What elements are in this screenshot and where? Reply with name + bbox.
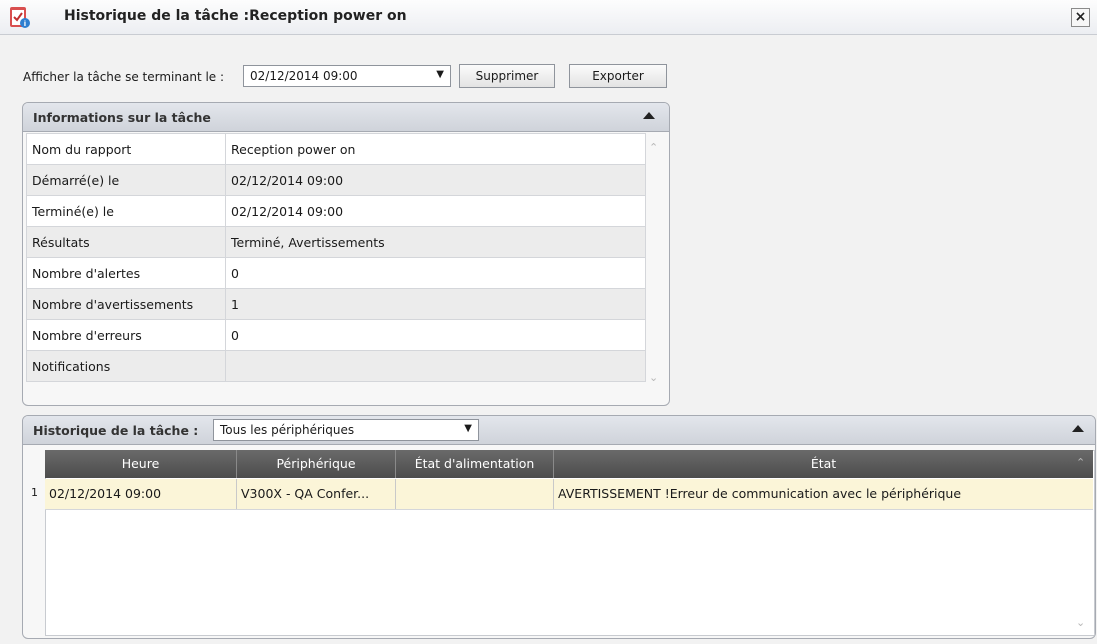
info-key: Nombre d'alertes	[26, 257, 226, 289]
info-key: Résultats	[26, 226, 226, 258]
task-info-title: Informations sur la tâche	[33, 110, 211, 125]
collapse-icon[interactable]	[1072, 425, 1084, 432]
column-header-alimentation[interactable]: État d'alimentation	[396, 450, 554, 478]
task-report-icon: i	[10, 7, 30, 28]
task-info-table: Nom du rapport Reception power on Démarré…	[26, 133, 646, 382]
chevron-down-icon: ▼	[464, 423, 472, 434]
scroll-up-icon[interactable]: ⌃	[1076, 456, 1085, 469]
info-row: Nombre d'alertes 0	[26, 257, 646, 289]
info-value: 0	[225, 257, 646, 289]
column-header-heure[interactable]: Heure	[45, 450, 237, 478]
info-value: Reception power on	[225, 133, 646, 165]
task-info-panel: Informations sur la tâche Nom du rapport…	[22, 102, 670, 406]
cell-peripherique: V300X - QA Confer...	[237, 479, 396, 509]
chevron-down-icon: ▼	[436, 69, 444, 80]
info-row: Démarré(e) le 02/12/2014 09:00	[26, 164, 646, 196]
info-row: Nom du rapport Reception power on	[26, 133, 646, 165]
info-row: Notifications	[26, 350, 646, 382]
device-filter-value: Tous les périphériques	[220, 423, 355, 437]
column-header-peripherique[interactable]: Périphérique	[237, 450, 396, 478]
scroll-down-icon[interactable]: ⌄	[1076, 616, 1085, 629]
cell-etat: AVERTISSEMENT !Erreur de communication a…	[558, 486, 962, 501]
collapse-icon[interactable]	[643, 112, 655, 119]
info-key: Démarré(e) le	[26, 164, 226, 196]
info-value	[225, 350, 646, 382]
scroll-up-icon[interactable]: ⌃	[649, 141, 658, 154]
info-key: Nom du rapport	[26, 133, 226, 165]
info-value: 0	[225, 319, 646, 351]
info-key: Nombre d'erreurs	[26, 319, 226, 351]
date-filter-label: Afficher la tâche se terminant le :	[23, 70, 225, 84]
row-number: 1	[31, 486, 38, 499]
info-key: Nombre d'avertissements	[26, 288, 226, 320]
cell-alimentation	[396, 479, 554, 509]
task-history-panel: Historique de la tâche : Tous les périph…	[22, 415, 1096, 639]
cell-heure: 02/12/2014 09:00	[45, 479, 237, 509]
table-row[interactable]: 02/12/2014 09:00 V300X - QA Confer... AV…	[45, 479, 1093, 510]
info-value: 1	[225, 288, 646, 320]
date-select[interactable]: 02/12/2014 09:00 ▼	[243, 65, 451, 87]
device-filter-select[interactable]: Tous les périphériques ▼	[213, 419, 479, 441]
info-row: Nombre d'erreurs 0	[26, 319, 646, 351]
close-button[interactable]: ×	[1071, 8, 1090, 27]
task-info-header[interactable]: Informations sur la tâche	[23, 103, 669, 132]
history-grid-header: Heure Périphérique État d'alimentation É…	[45, 450, 1093, 478]
info-value: 02/12/2014 09:00	[225, 164, 646, 196]
info-key: Terminé(e) le	[26, 195, 226, 227]
column-header-etat[interactable]: État	[554, 450, 1093, 478]
task-history-header: Historique de la tâche : Tous les périph…	[23, 416, 1095, 445]
svg-text:i: i	[24, 20, 26, 28]
window-title: Historique de la tâche :Reception power …	[64, 8, 407, 24]
info-key: Notifications	[26, 350, 226, 382]
info-row: Nombre d'avertissements 1	[26, 288, 646, 320]
info-value: 02/12/2014 09:00	[225, 195, 646, 227]
info-row: Terminé(e) le 02/12/2014 09:00	[26, 195, 646, 227]
title-bar: i Historique de la tâche :Reception powe…	[0, 0, 1097, 35]
info-value: Terminé, Avertissements	[225, 226, 646, 258]
date-select-value: 02/12/2014 09:00	[250, 69, 358, 83]
task-history-title: Historique de la tâche :	[33, 423, 199, 438]
export-button[interactable]: Exporter	[569, 64, 667, 88]
info-row: Résultats Terminé, Avertissements	[26, 226, 646, 258]
scroll-down-icon[interactable]: ⌄	[649, 371, 658, 384]
delete-button[interactable]: Supprimer	[459, 64, 555, 88]
